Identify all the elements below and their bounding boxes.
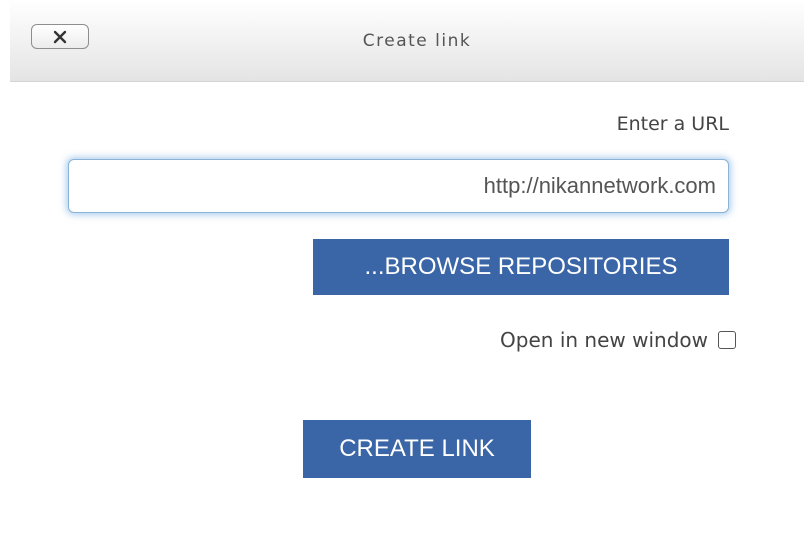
close-x-icon (53, 30, 67, 44)
open-in-new-window-label: Open in new window (500, 328, 708, 352)
browse-repositories-button[interactable]: ...BROWSE REPOSITORIES (313, 239, 729, 295)
close-button[interactable] (31, 24, 89, 49)
url-input[interactable] (68, 159, 729, 213)
open-in-new-window-checkbox[interactable] (718, 331, 736, 349)
create-link-button[interactable]: CREATE LINK (303, 420, 531, 478)
dialog-titlebar: Create link (10, 0, 804, 82)
open-in-new-window-row: Open in new window (500, 322, 736, 358)
create-link-dialog: Create link Enter a URL ...BROWSE REPOSI… (10, 0, 804, 535)
url-label: Enter a URL (616, 113, 729, 135)
dialog-title: Create link (362, 31, 472, 51)
